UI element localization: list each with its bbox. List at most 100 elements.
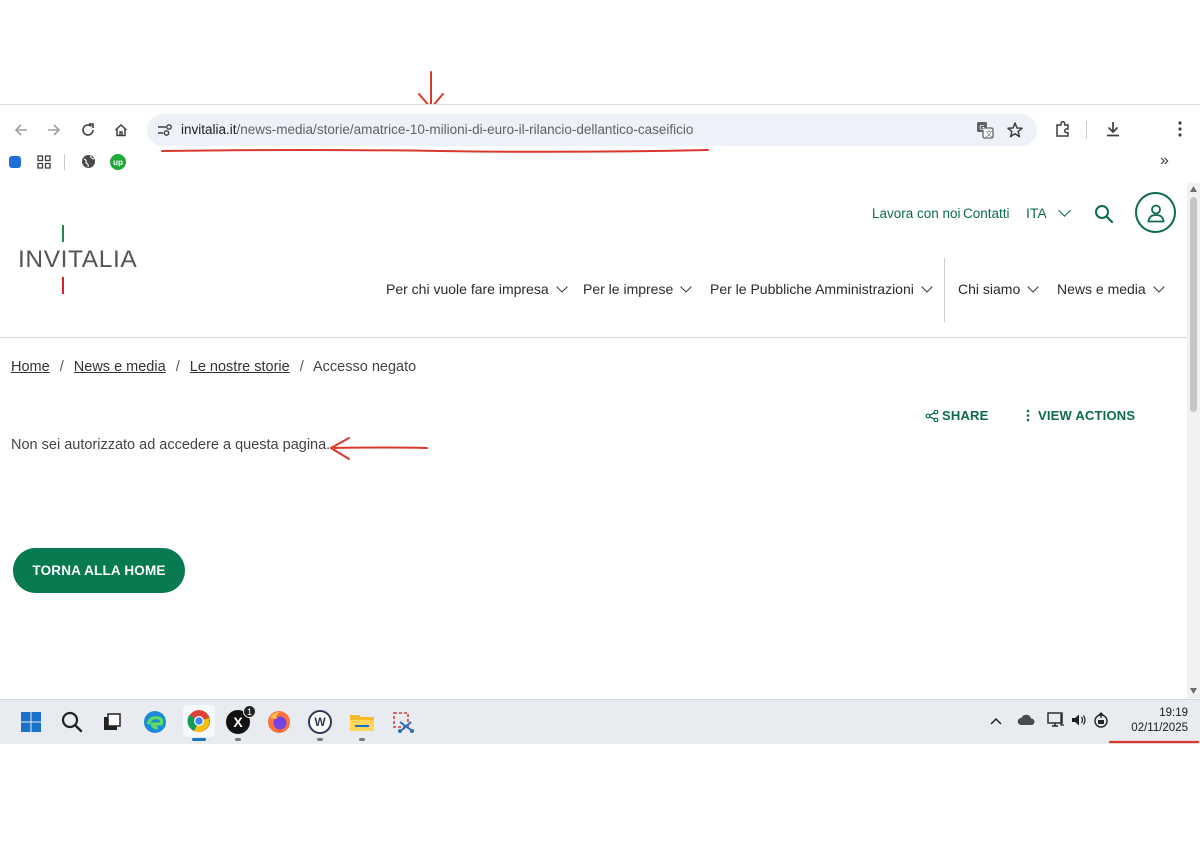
- bookmark-star-icon[interactable]: [1006, 121, 1024, 139]
- toolbar-divider: [1086, 121, 1087, 139]
- file-explorer-taskbar-icon[interactable]: [348, 708, 376, 741]
- bookmarks-overflow-button[interactable]: »: [1160, 152, 1169, 170]
- view-actions-button[interactable]: VIEW ACTIONS: [1025, 408, 1135, 423]
- start-button[interactable]: [17, 708, 45, 736]
- contatti-link[interactable]: Contatti: [963, 206, 1010, 221]
- folder-icon: [350, 715, 374, 731]
- nav-fare-impresa[interactable]: Per chi vuole fare impresa: [386, 281, 568, 299]
- nav-news-media[interactable]: News e media: [1057, 281, 1165, 299]
- share-button[interactable]: SHARE: [925, 408, 989, 423]
- extensions-button[interactable]: [1051, 117, 1075, 141]
- scroll-down-icon[interactable]: [1190, 688, 1197, 694]
- language-selector[interactable]: ITA: [1026, 203, 1071, 221]
- forward-button[interactable]: [41, 117, 67, 143]
- url-text: invitalia.it/news-media/storie/amatrice-…: [181, 122, 693, 137]
- page-scrollbar[interactable]: [1187, 183, 1200, 698]
- annotation-underline-url: [161, 149, 709, 153]
- breadcrumb-separator: /: [175, 359, 180, 375]
- firefox-taskbar-icon[interactable]: [265, 708, 293, 736]
- download-icon: [1107, 122, 1119, 137]
- task-view-icon: [104, 713, 121, 730]
- breadcrumb-current: Accesso negato: [313, 359, 417, 375]
- address-bar[interactable]: invitalia.it/news-media/storie/amatrice-…: [147, 114, 1037, 146]
- url-path: /news-media/storie/amatrice-10-milioni-d…: [236, 122, 694, 137]
- torna-alla-home-button[interactable]: TORNA ALLA HOME: [13, 548, 185, 593]
- show-hidden-icons-chevron-icon[interactable]: [990, 717, 1002, 725]
- network-icon[interactable]: [1047, 712, 1065, 728]
- logo-red-bar: [62, 277, 64, 294]
- translate-icon[interactable]: G文: [976, 121, 994, 139]
- puzzle-icon: [1056, 120, 1069, 137]
- site-info-icon[interactable]: [157, 123, 173, 137]
- lavora-con-noi-link[interactable]: Lavora con noi: [872, 206, 961, 221]
- nav-label: News e media: [1057, 281, 1146, 297]
- browser-toolbar: invitalia.it/news-media/storie/amatrice-…: [0, 104, 1200, 182]
- chrome-taskbar-icon[interactable]: [183, 705, 215, 741]
- logo-text: INVITALIA: [18, 246, 138, 273]
- nav-imprese[interactable]: Per le imprese: [583, 281, 692, 299]
- chevron-down-icon: [921, 281, 933, 293]
- invitalia-logo[interactable]: INVITALIA: [18, 223, 138, 298]
- apps-grid-icon[interactable]: [37, 155, 51, 169]
- logo-green-bar: [62, 225, 64, 242]
- reload-button[interactable]: [75, 117, 101, 143]
- view-actions-label: VIEW ACTIONS: [1038, 408, 1136, 423]
- breadcrumb-nostre-storie[interactable]: Le nostre storie: [190, 359, 290, 375]
- globe-bookmark-icon[interactable]: [81, 154, 96, 169]
- browser-menu-button[interactable]: [1168, 117, 1192, 141]
- svg-text:G: G: [979, 124, 984, 132]
- windows-logo-icon: [21, 712, 41, 732]
- back-button[interactable]: [8, 117, 34, 143]
- downloads-button[interactable]: [1101, 117, 1125, 141]
- onedrive-cloud-icon[interactable]: [1017, 714, 1036, 726]
- bookmark-favicon-blue[interactable]: [9, 156, 21, 168]
- home-browser-button[interactable]: [108, 117, 134, 143]
- taskbar-search-button[interactable]: [58, 708, 86, 736]
- nav-pubbliche-amministrazioni[interactable]: Per le Pubbliche Amministrazioni: [710, 281, 933, 299]
- nav-label: Per le Pubbliche Amministrazioni: [710, 281, 914, 297]
- snipping-tool-taskbar-icon[interactable]: [389, 708, 417, 736]
- edge-taskbar-icon[interactable]: [141, 708, 169, 736]
- chrome-icon: [187, 710, 210, 732]
- edge-icon: [144, 711, 166, 733]
- vertical-dots-icon: [1026, 409, 1030, 422]
- battery-charging-icon[interactable]: [1093, 712, 1109, 728]
- reload-icon: [82, 123, 94, 136]
- nav-chi-siamo[interactable]: Chi siamo: [958, 281, 1039, 299]
- breadcrumb-separator: /: [59, 359, 64, 375]
- user-icon: [1147, 204, 1164, 222]
- account-button[interactable]: [1135, 192, 1176, 233]
- nav-label: Per le imprese: [583, 281, 674, 297]
- scrollbar-thumb[interactable]: [1190, 197, 1197, 412]
- upwork-bookmark-icon[interactable]: up: [110, 154, 126, 170]
- volume-icon[interactable]: [1071, 713, 1087, 727]
- bookmarks-bar: up »: [0, 152, 1200, 181]
- firefox-icon: [268, 711, 290, 733]
- system-clock[interactable]: 19:19 02/11/2025: [1112, 706, 1188, 736]
- svg-text:文: 文: [986, 129, 993, 138]
- nav-label: Chi siamo: [958, 281, 1021, 297]
- search-icon[interactable]: [1094, 204, 1114, 224]
- header-divider: [0, 337, 1187, 338]
- share-label: SHARE: [942, 408, 989, 423]
- nav-label: Per chi vuole fare impresa: [386, 281, 549, 297]
- wordpress-icon: W: [308, 710, 332, 734]
- breadcrumb-news-media[interactable]: News e media: [74, 359, 166, 375]
- x-taskbar-icon[interactable]: X 1: [224, 705, 256, 741]
- windows-taskbar: X 1 W 19:19 02/11/2025: [0, 699, 1200, 744]
- chevron-down-icon: [1027, 281, 1039, 293]
- breadcrumb: Home / News e media / Le nostre storie /…: [11, 359, 416, 375]
- language-label: ITA: [1026, 205, 1047, 221]
- breadcrumb-home[interactable]: Home: [11, 359, 50, 375]
- scroll-up-icon[interactable]: [1190, 186, 1197, 192]
- forward-arrow-icon: [48, 124, 61, 136]
- task-view-button[interactable]: [98, 708, 126, 736]
- chevron-down-icon: [1153, 281, 1165, 293]
- running-indicator: [235, 738, 241, 741]
- running-indicator: [317, 738, 323, 741]
- wordpress-taskbar-icon[interactable]: W: [306, 708, 334, 741]
- clock-date: 02/11/2025: [1131, 722, 1188, 734]
- back-arrow-icon: [14, 124, 27, 136]
- breadcrumb-separator: /: [299, 359, 304, 375]
- url-domain: invitalia.it: [181, 122, 237, 137]
